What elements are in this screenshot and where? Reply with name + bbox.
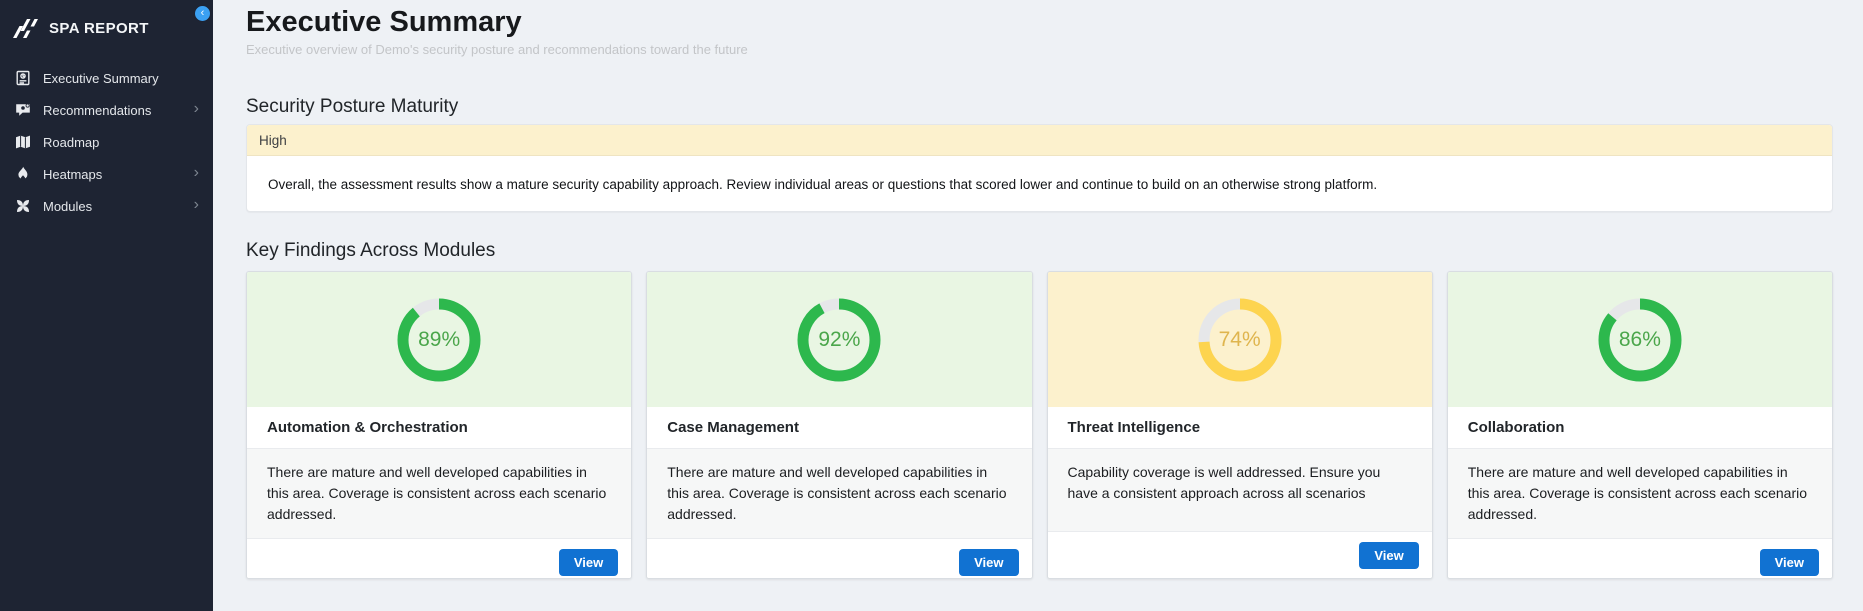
donut-chart: 74% xyxy=(1196,296,1284,384)
chevron-right-icon: › xyxy=(194,165,199,183)
sidebar-collapse-toggle[interactable]: ‹ xyxy=(195,6,210,21)
view-button[interactable]: View xyxy=(959,549,1018,576)
sidebar-item-modules[interactable]: Modules › xyxy=(0,190,213,222)
module-description: There are mature and well developed capa… xyxy=(1448,449,1832,538)
module-cards-grid: 89% Automation & Orchestration There are… xyxy=(246,271,1833,579)
module-title: Case Management xyxy=(647,407,1031,449)
module-description: There are mature and well developed capa… xyxy=(247,449,631,538)
sidebar-nav: Executive Summary Recommendations › xyxy=(0,62,213,222)
module-description: Capability coverage is well addressed. E… xyxy=(1048,449,1432,531)
maturity-card: High Overall, the assessment results sho… xyxy=(246,124,1833,212)
page-title: Executive Summary xyxy=(246,6,1833,39)
module-score-chart: 92% xyxy=(647,272,1031,407)
view-button[interactable]: View xyxy=(1359,542,1418,569)
module-title: Automation & Orchestration xyxy=(247,407,631,449)
module-card-threat-intelligence: 74% Threat Intelligence Capability cover… xyxy=(1047,271,1433,579)
module-score-value: 86% xyxy=(1596,296,1684,384)
brand: SPA REPORT xyxy=(0,10,213,46)
sidebar-item-recommendations[interactable]: Recommendations › xyxy=(0,94,213,126)
module-score-chart: 86% xyxy=(1448,272,1832,407)
donut-chart: 89% xyxy=(395,296,483,384)
module-score-chart: 74% xyxy=(1048,272,1432,407)
module-card-automation-orchestration: 89% Automation & Orchestration There are… xyxy=(246,271,632,579)
sidebar: SPA REPORT Executive Summary xyxy=(0,0,213,611)
module-score-chart: 89% xyxy=(247,272,631,407)
spa-logo-icon xyxy=(11,18,38,39)
flame-icon xyxy=(14,166,31,183)
page-subtitle: Executive overview of Demo's security po… xyxy=(246,42,1833,57)
sidebar-item-label: Roadmap xyxy=(43,135,199,150)
module-title: Threat Intelligence xyxy=(1048,407,1432,449)
brand-title: SPA REPORT xyxy=(49,20,149,37)
module-description: There are mature and well developed capa… xyxy=(647,449,1031,538)
maturity-summary-text: Overall, the assessment results show a m… xyxy=(247,156,1832,211)
module-card-footer: View xyxy=(647,538,1031,579)
module-score-value: 74% xyxy=(1196,296,1284,384)
key-findings-heading: Key Findings Across Modules xyxy=(246,240,1833,262)
module-title: Collaboration xyxy=(1448,407,1832,449)
chevron-right-icon: › xyxy=(194,197,199,215)
maturity-level-banner: High xyxy=(247,125,1832,156)
module-card-case-management: 92% Case Management There are mature and… xyxy=(646,271,1032,579)
module-card-collaboration: 86% Collaboration There are mature and w… xyxy=(1447,271,1833,579)
comment-pin-icon xyxy=(14,102,31,119)
module-card-footer: View xyxy=(1448,538,1832,579)
donut-chart: 86% xyxy=(1596,296,1684,384)
sidebar-item-label: Heatmaps xyxy=(43,167,194,182)
pinwheel-icon xyxy=(14,198,31,215)
main-content: Executive Summary Executive overview of … xyxy=(213,0,1863,611)
report-board-icon xyxy=(14,70,31,87)
chevron-left-icon: ‹ xyxy=(201,7,205,19)
module-score-value: 89% xyxy=(395,296,483,384)
module-card-footer: View xyxy=(247,538,631,579)
sidebar-item-label: Recommendations xyxy=(43,103,194,118)
view-button[interactable]: View xyxy=(1760,549,1819,576)
sidebar-item-roadmap[interactable]: Roadmap xyxy=(0,126,213,158)
app-window: ‹ SPA REPORT xyxy=(0,0,1863,611)
donut-chart: 92% xyxy=(795,296,883,384)
chevron-right-icon: › xyxy=(194,101,199,119)
sidebar-item-label: Executive Summary xyxy=(43,71,199,86)
view-button[interactable]: View xyxy=(559,549,618,576)
maturity-section-heading: Security Posture Maturity xyxy=(246,96,1833,118)
module-score-value: 92% xyxy=(795,296,883,384)
module-card-footer: View xyxy=(1048,531,1432,578)
sidebar-item-executive-summary[interactable]: Executive Summary xyxy=(0,62,213,94)
sidebar-item-heatmaps[interactable]: Heatmaps › xyxy=(0,158,213,190)
sidebar-item-label: Modules xyxy=(43,199,194,214)
map-icon xyxy=(14,134,31,151)
